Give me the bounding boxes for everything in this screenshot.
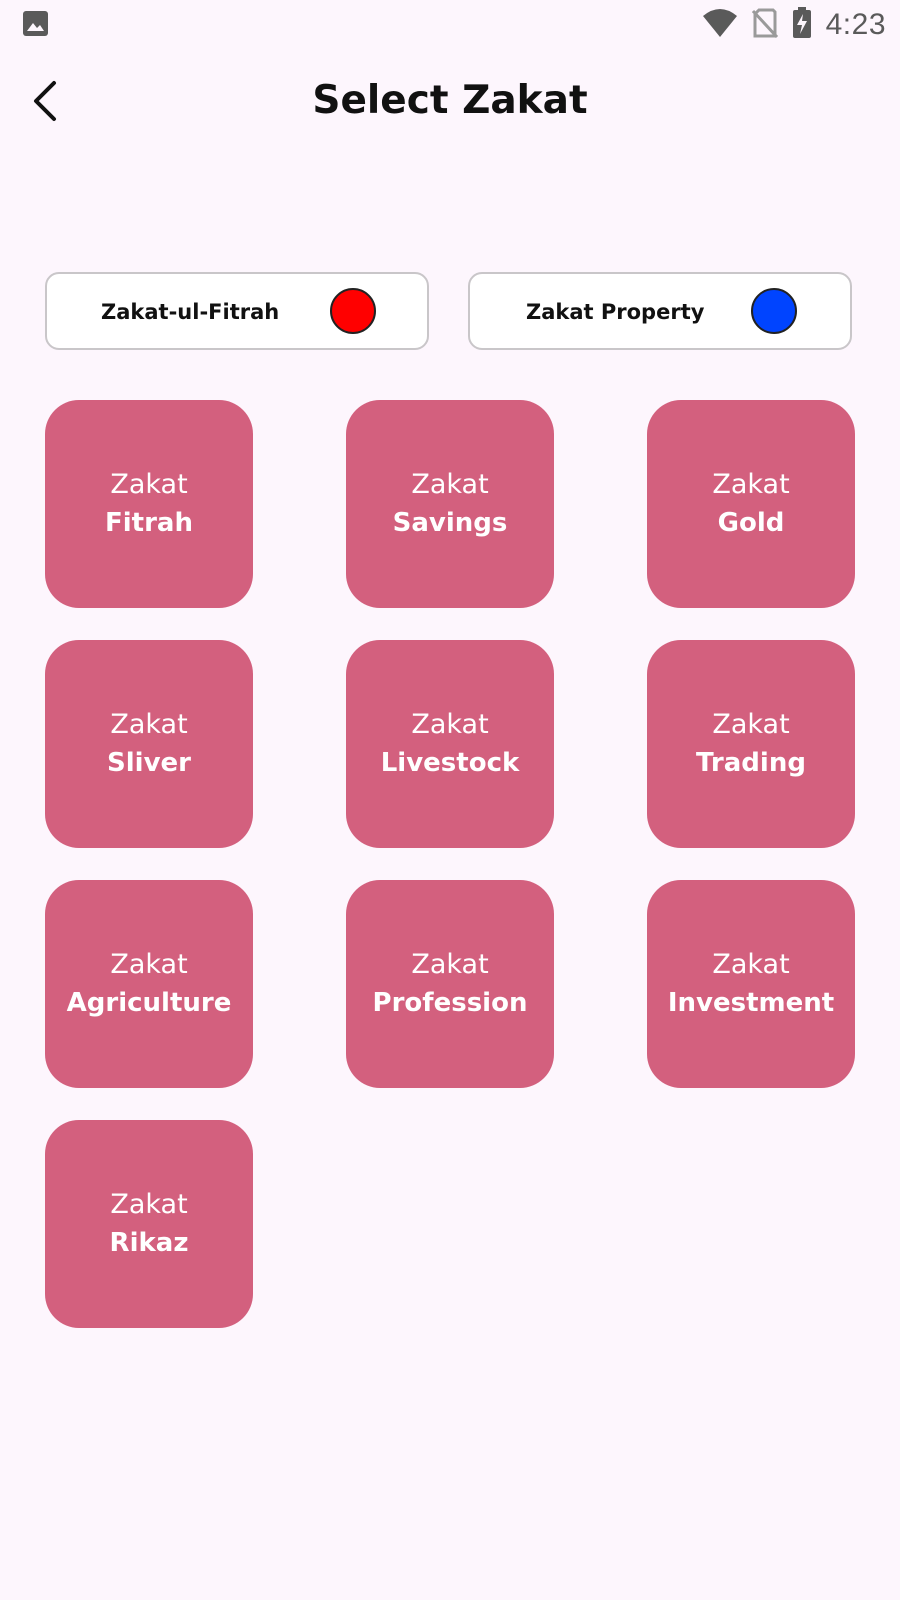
zakat-property-toggle[interactable]: Zakat Property [468,272,852,350]
tile-prefix: Zakat [110,709,188,740]
tile-prefix: Zakat [110,949,188,980]
tile-prefix: Zakat [411,709,489,740]
tile-name: Gold [717,508,785,538]
page-title: Select Zakat [312,78,588,123]
tile-prefix: Zakat [110,1189,188,1220]
image-icon [22,10,49,37]
tile-name: Savings [392,508,508,538]
blue-dot-indicator [751,288,797,334]
zakat-ul-fitrah-toggle[interactable]: Zakat-ul-Fitrah [45,272,429,350]
tile-zakat-sliver[interactable]: Zakat Sliver [45,640,253,848]
tile-prefix: Zakat [411,469,489,500]
zakat-property-label: Zakat Property [526,300,705,324]
tile-name: Sliver [107,748,191,778]
red-dot-indicator [330,288,376,334]
tile-prefix: Zakat [712,709,790,740]
wifi-icon [702,8,738,43]
tile-zakat-trading[interactable]: Zakat Trading [647,640,855,848]
tile-name: Fitrah [105,508,193,538]
tile-zakat-rikaz[interactable]: Zakat Rikaz [45,1120,253,1328]
tile-prefix: Zakat [411,949,489,980]
status-bar: 4:23 [0,0,900,50]
tile-prefix: Zakat [712,469,790,500]
status-icons: 4:23 [702,6,886,44]
tile-name: Agriculture [66,988,232,1018]
tile-name: Livestock [380,748,520,778]
tile-name: Investment [667,988,835,1018]
tile-zakat-gold[interactable]: Zakat Gold [647,400,855,608]
tile-name: Trading [696,748,806,778]
tile-zakat-profession[interactable]: Zakat Profession [346,880,554,1088]
tile-prefix: Zakat [712,949,790,980]
app-bar: Select Zakat [0,64,900,144]
tile-zakat-fitrah[interactable]: Zakat Fitrah [45,400,253,608]
tile-name: Profession [372,988,528,1018]
tile-zakat-investment[interactable]: Zakat Investment [647,880,855,1088]
tile-prefix: Zakat [110,469,188,500]
zakat-ul-fitrah-label: Zakat-ul-Fitrah [101,300,280,324]
no-sim-icon [751,8,778,43]
tile-name: Rikaz [109,1228,189,1258]
tile-zakat-livestock[interactable]: Zakat Livestock [346,640,554,848]
tile-zakat-agriculture[interactable]: Zakat Agriculture [45,880,253,1088]
status-time: 4:23 [825,8,886,41]
battery-charging-icon [792,6,812,44]
tile-zakat-savings[interactable]: Zakat Savings [346,400,554,608]
